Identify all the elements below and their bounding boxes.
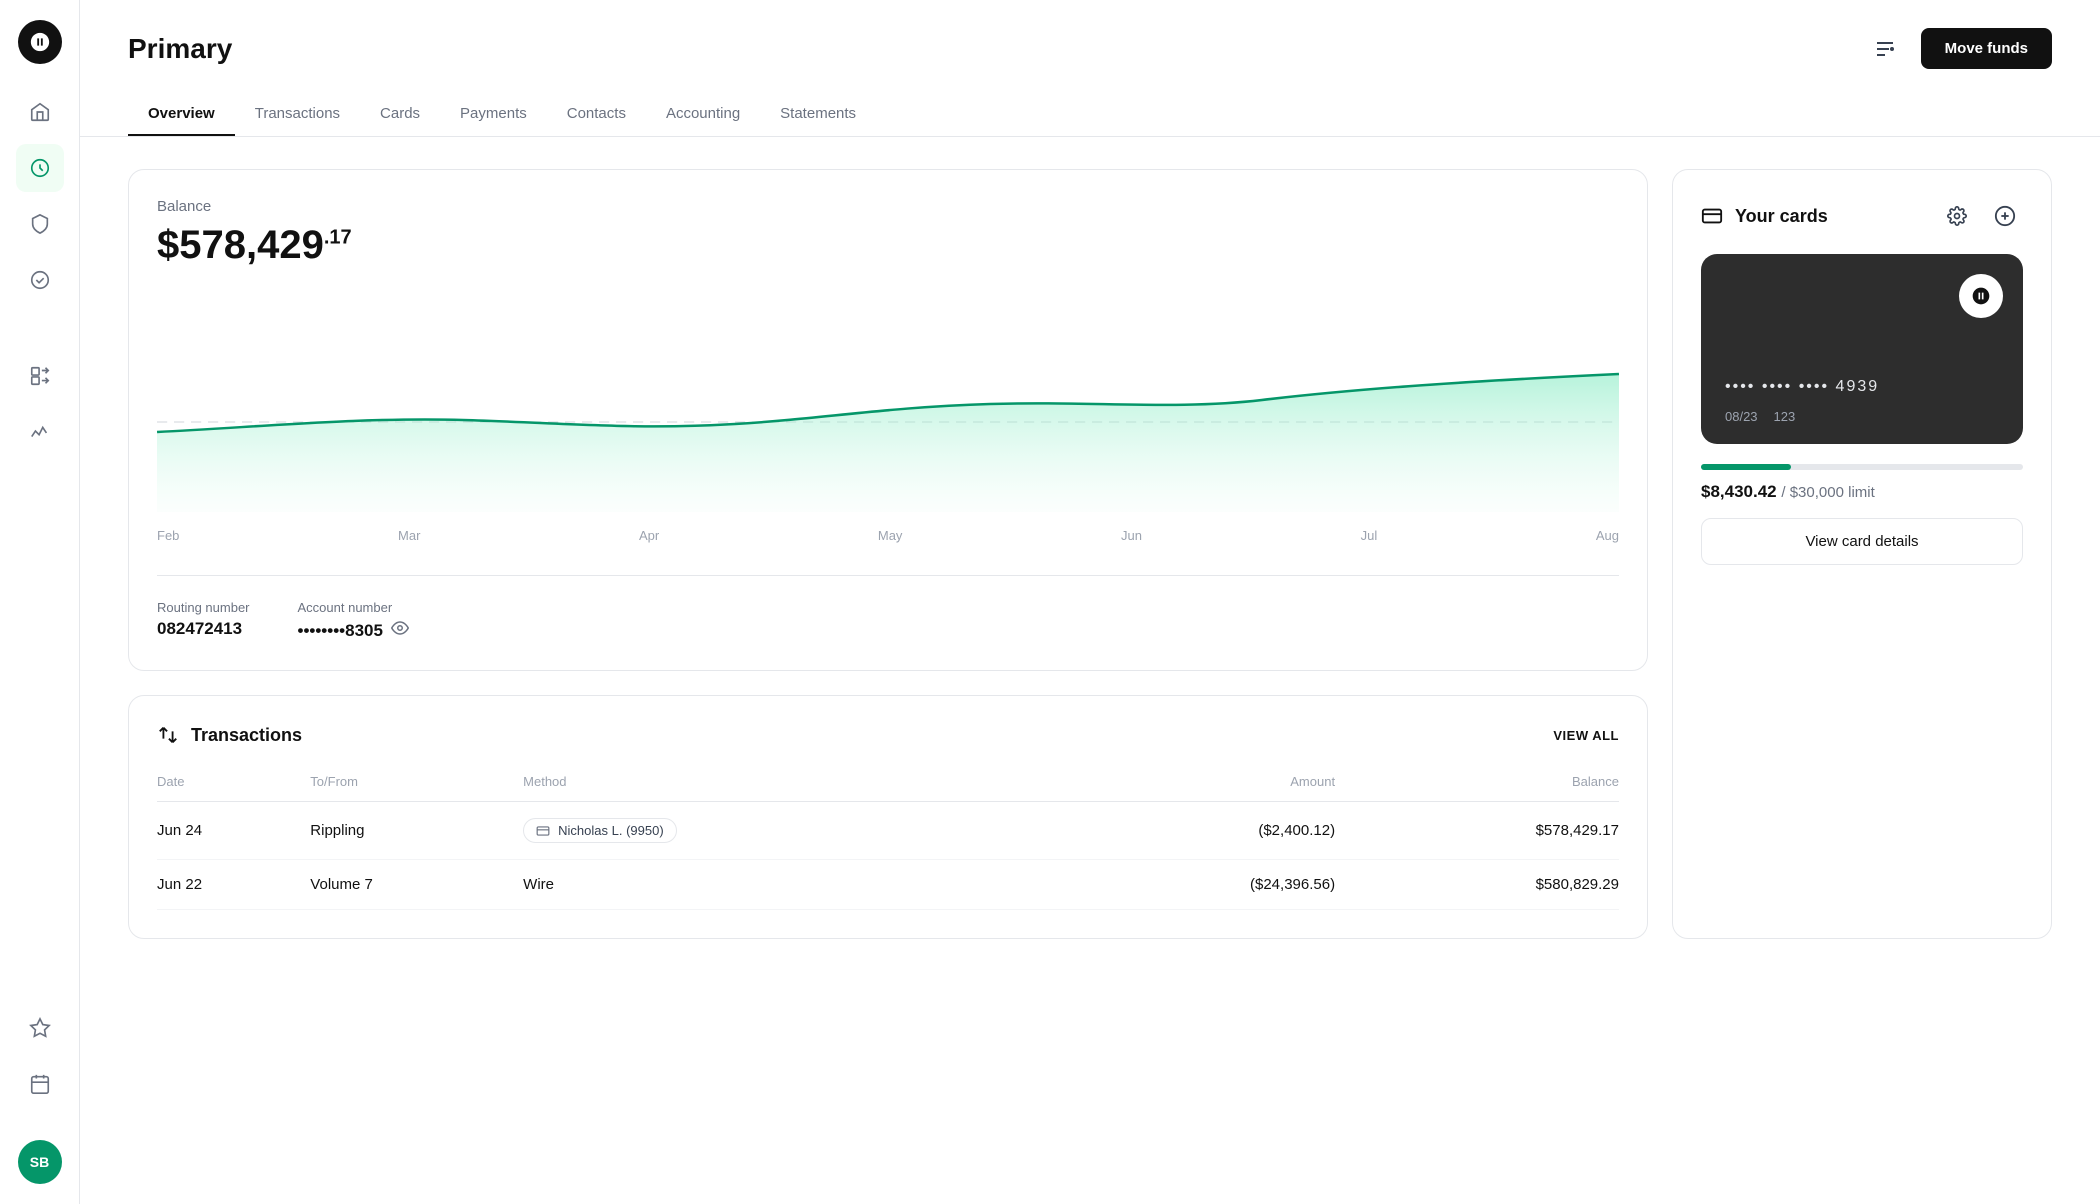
sidebar-item-approvals[interactable] (16, 256, 64, 304)
tx-amount: ($2,400.12) (1046, 802, 1336, 860)
card-usage-text: $8,430.42 / $30,000 limit (1701, 482, 2023, 502)
table-row: Jun 24 Rippling Nicholas L. (9950) ($2,4… (157, 802, 1619, 860)
tab-contacts[interactable]: Contacts (547, 93, 646, 136)
add-card-button[interactable] (1987, 198, 2023, 234)
sidebar-item-calendar[interactable] (16, 1060, 64, 1108)
col-tofrom: To/From (310, 766, 523, 802)
main-content: Primary Move funds Overview Transactions… (80, 0, 2100, 1204)
balance-chart (157, 292, 1619, 512)
sidebar-item-accounts[interactable] (16, 144, 64, 192)
transactions-card: Transactions VIEW ALL Date To/From Metho… (128, 695, 1648, 939)
tab-cards[interactable]: Cards (360, 93, 440, 136)
page-title: Primary (128, 33, 232, 65)
balance-amount: $578,429.17 (157, 223, 1619, 268)
account-label: Account number (298, 600, 409, 615)
card-number: •••• •••• •••• 4939 (1725, 378, 1879, 396)
balance-card: Balance $578,429.17 (128, 169, 1648, 671)
transactions-table: Date To/From Method Amount Balance Jun 2… (157, 766, 1619, 910)
tx-tofrom: Rippling (310, 802, 523, 860)
card-logo (1959, 274, 2003, 318)
balance-label: Balance (157, 198, 1619, 215)
chart-x-labels: Feb Mar Apr May Jun Jul Aug (157, 520, 1619, 551)
account-number-section: Account number ••••••••8305 (298, 600, 409, 642)
sidebar-item-favorites[interactable] (16, 1004, 64, 1052)
user-avatar[interactable]: SB (18, 1140, 62, 1184)
sidebar-item-home[interactable] (16, 88, 64, 136)
card-settings-button[interactable] (1939, 198, 1975, 234)
card-icon (1701, 205, 1723, 227)
routing-number-section: Routing number 082472413 (157, 600, 250, 642)
header-actions: Move funds (1865, 28, 2052, 69)
tx-date: Jun 24 (157, 802, 310, 860)
tx-tofrom: Volume 7 (310, 860, 523, 910)
filter-button[interactable] (1865, 29, 1905, 69)
card-usage-bar-background (1701, 464, 2023, 470)
tx-method: Wire (523, 860, 1045, 910)
tab-bar: Overview Transactions Cards Payments Con… (128, 93, 2052, 136)
transactions-header: Transactions VIEW ALL (157, 724, 1619, 746)
tab-statements[interactable]: Statements (760, 93, 876, 136)
gear-icon (1947, 206, 1967, 226)
card-usage-bar-fill (1701, 464, 1791, 470)
badge-icon (536, 824, 550, 838)
sidebar: SB (0, 0, 80, 1204)
col-amount: Amount (1046, 766, 1336, 802)
sidebar-item-transfers[interactable] (16, 352, 64, 400)
left-column: Balance $578,429.17 (128, 169, 1648, 939)
routing-label: Routing number (157, 600, 250, 615)
your-cards-panel: Your cards •••• •••• •••• 4939 (1672, 169, 2052, 939)
tab-transactions[interactable]: Transactions (235, 93, 360, 136)
move-funds-button[interactable]: Move funds (1921, 28, 2052, 69)
table-row: Jun 22 Volume 7 Wire ($24,396.56) $580,8… (157, 860, 1619, 910)
tx-balance: $580,829.29 (1335, 860, 1619, 910)
tx-method: Nicholas L. (9950) (523, 802, 1045, 860)
card-expiry: 08/23 123 (1725, 409, 1795, 424)
sidebar-item-security[interactable] (16, 200, 64, 248)
tx-balance: $578,429.17 (1335, 802, 1619, 860)
col-date: Date (157, 766, 310, 802)
view-all-transactions-button[interactable]: VIEW ALL (1553, 728, 1619, 743)
app-logo[interactable] (18, 20, 62, 64)
sidebar-item-analytics[interactable] (16, 408, 64, 456)
tab-payments[interactable]: Payments (440, 93, 547, 136)
tx-amount: ($24,396.56) (1046, 860, 1336, 910)
tx-date: Jun 22 (157, 860, 310, 910)
col-method: Method (523, 766, 1045, 802)
tab-overview[interactable]: Overview (128, 93, 235, 136)
method-badge: Nicholas L. (9950) (523, 818, 677, 843)
cards-panel-header: Your cards (1701, 198, 2023, 234)
tab-accounting[interactable]: Accounting (646, 93, 760, 136)
cards-panel-actions (1939, 198, 2023, 234)
transactions-title: Transactions (157, 724, 302, 746)
credit-card-visual: •••• •••• •••• 4939 08/23 123 (1701, 254, 2023, 444)
routing-value: 082472413 (157, 619, 250, 639)
transactions-icon (157, 724, 179, 746)
page-header: Primary Move funds Overview Transactions… (80, 0, 2100, 137)
cards-panel-title: Your cards (1701, 205, 1828, 227)
view-card-details-button[interactable]: View card details (1701, 518, 2023, 565)
account-value: ••••••••8305 (298, 619, 409, 642)
account-info: Routing number 082472413 Account number … (157, 575, 1619, 642)
content-area: Balance $578,429.17 (80, 137, 2100, 971)
col-balance: Balance (1335, 766, 1619, 802)
toggle-account-number-button[interactable] (391, 619, 409, 642)
plus-circle-icon (1994, 205, 2016, 227)
